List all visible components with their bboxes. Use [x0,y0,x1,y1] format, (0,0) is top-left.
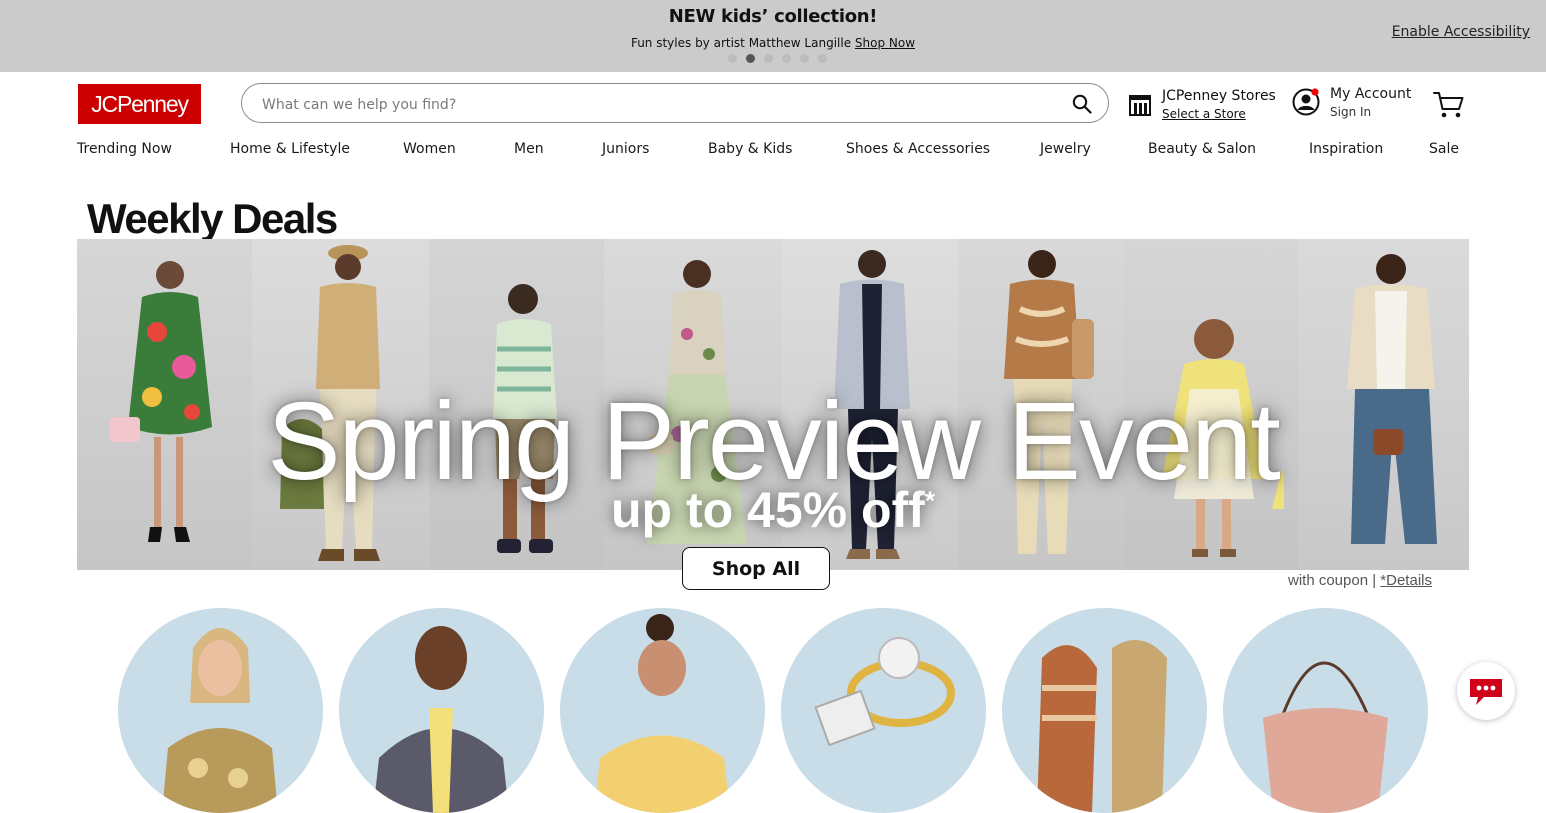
promo-banner: NEW kids’ collection! Fun styles by arti… [0,0,1546,72]
nav-beauty-salon[interactable]: Beauty & Salon [1148,141,1256,157]
nav-jewelry[interactable]: Jewelry [1040,141,1091,157]
coupon-note: with coupon | *Details [1288,572,1432,589]
category-circle-men[interactable] [339,608,544,813]
main-navigation: Trending Now Home & Lifestyle Women Men … [77,141,1469,163]
hero-discount: up to 45% off [611,482,925,538]
hero-subtitle: up to 45% off* [77,485,1469,535]
category-circle-handbags[interactable] [1223,608,1428,813]
carousel-dot-active[interactable] [746,54,755,63]
enable-accessibility-link[interactable]: Enable Accessibility [1392,24,1530,40]
category-circle-jewelry[interactable] [781,608,986,813]
shop-all-button[interactable]: Shop All [682,547,830,590]
store-icon [1129,95,1151,116]
section-title: Weekly Deals [87,195,338,242]
carousel-dots [728,54,827,63]
carousel-dot[interactable] [764,54,773,63]
details-link[interactable]: *Details [1380,572,1432,589]
hero-banner[interactable]: Spring Preview Event up to 45% off* [77,239,1469,570]
carousel-dot[interactable] [800,54,809,63]
select-store-link[interactable]: Select a Store [1162,107,1246,121]
chat-icon [1470,679,1502,705]
nav-men[interactable]: Men [514,141,544,157]
carousel-dot[interactable] [782,54,791,63]
coupon-text: with coupon | [1288,572,1381,589]
cart-icon[interactable] [1433,90,1465,120]
category-circle-shoes[interactable] [1002,608,1207,813]
stores-title: JCPenney Stores [1162,88,1276,104]
promo-subtitle-text: Fun styles by artist Matthew Langille [630,36,852,50]
category-circle-kids[interactable] [560,608,765,813]
nav-juniors[interactable]: Juniors [602,141,649,157]
chat-button[interactable] [1457,662,1515,720]
nav-sale[interactable]: Sale [1429,141,1459,157]
category-circle-women[interactable] [118,608,323,813]
search-input[interactable] [260,93,1044,117]
girl-portrait-icon [594,614,730,813]
handbag-icon [1263,661,1388,813]
my-account-label: My Account [1330,86,1412,102]
nav-home-lifestyle[interactable]: Home & Lifestyle [230,141,350,157]
account-icon [1292,88,1320,116]
carousel-dot[interactable] [728,54,737,63]
man-portrait-icon [373,626,509,813]
promo-shop-now-link[interactable]: Shop Now [855,36,915,50]
nav-shoes-accessories[interactable]: Shoes & Accessories [846,141,990,157]
search-bar[interactable] [241,83,1109,123]
sandal-icon [1037,640,1167,813]
search-icon[interactable] [1072,94,1092,114]
carousel-dot[interactable] [818,54,827,63]
hero-title: Spring Preview Event [267,380,1281,503]
ring-icon [814,637,955,747]
sign-in-label: Sign In [1330,105,1372,119]
woman-portrait-icon [162,628,278,813]
hero-asterisk: * [924,485,935,516]
nav-women[interactable]: Women [403,141,456,157]
nav-baby-kids[interactable]: Baby & Kids [708,141,792,157]
nav-inspiration[interactable]: Inspiration [1309,141,1383,157]
jcpenney-logo[interactable]: JCPenney [78,84,201,124]
promo-title: NEW kids’ collection! [668,6,878,27]
nav-trending-now[interactable]: Trending Now [77,141,172,157]
promo-subtitle: Fun styles by artist Matthew Langille Sh… [0,36,1546,50]
